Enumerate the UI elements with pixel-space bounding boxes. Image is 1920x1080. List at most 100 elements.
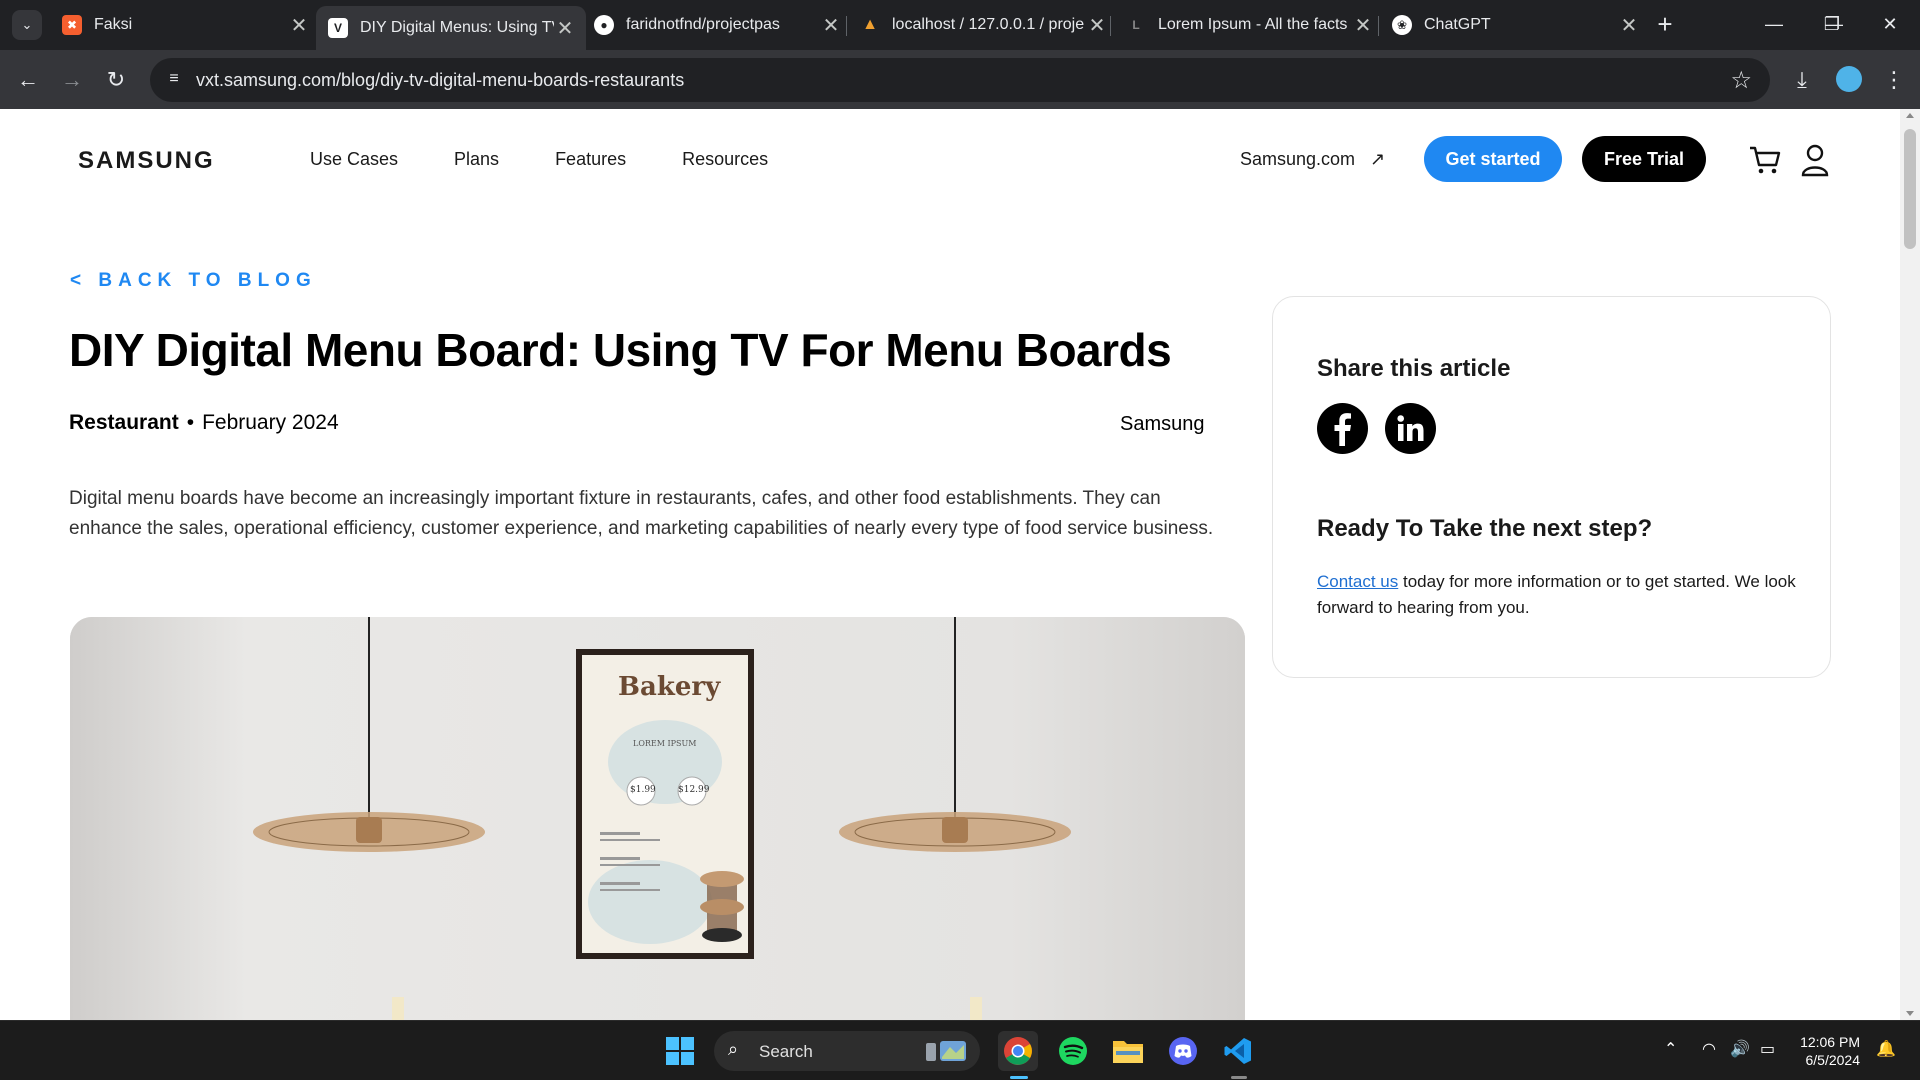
battery-icon[interactable]: ▭ bbox=[1760, 1039, 1775, 1059]
close-icon[interactable]: ✕ bbox=[554, 16, 576, 41]
scroll-thumb[interactable] bbox=[1904, 129, 1916, 249]
tab-title: ChatGPT bbox=[1424, 16, 1491, 33]
article-title: DIY Digital Menu Board: Using TV For Men… bbox=[69, 324, 1172, 376]
samsung-com-link[interactable]: Samsung.com ↗ bbox=[1240, 149, 1385, 170]
tab-title: DIY Digital Menus: Using TV bbox=[360, 19, 554, 36]
spotify-icon bbox=[1059, 1037, 1087, 1065]
chrome-icon bbox=[1004, 1037, 1032, 1065]
taskbar-spotify[interactable] bbox=[1053, 1031, 1093, 1071]
v-icon: V bbox=[328, 18, 348, 38]
article-author: Samsung bbox=[1120, 413, 1205, 435]
close-icon[interactable]: ✕ bbox=[288, 13, 310, 38]
clock-date: 6/5/2024 bbox=[1805, 1052, 1861, 1068]
tab-title: Lorem Ipsum - All the facts bbox=[1158, 16, 1348, 33]
article-category[interactable]: Restaurant bbox=[69, 411, 179, 434]
free-trial-button[interactable]: Free Trial bbox=[1582, 136, 1706, 182]
taskbar-search-label: Search bbox=[759, 1042, 813, 1061]
url-text[interactable]: vxt.samsung.com/blog/diy-tv-digital-menu… bbox=[196, 70, 684, 91]
xampp-icon: ✖ bbox=[62, 15, 82, 35]
contact-paragraph: Contact us today for more information or… bbox=[1317, 569, 1797, 621]
discord-icon bbox=[1169, 1037, 1197, 1065]
tab-title: faridnotfnd/projectpas bbox=[626, 16, 780, 33]
taskbar-vscode[interactable] bbox=[1218, 1031, 1258, 1071]
notification-bell-icon[interactable]: 🔔 bbox=[1876, 1039, 1896, 1059]
restore-window-button[interactable]: ❐ bbox=[1812, 8, 1852, 40]
page-scrollbar[interactable] bbox=[1900, 109, 1920, 1020]
address-bar[interactable]: ≡ vxt.samsung.com/blog/diy-tv-digital-me… bbox=[150, 58, 1770, 102]
close-icon[interactable]: ✕ bbox=[1618, 13, 1640, 38]
browser-tab-bar: ⌄ ✖ Faksi ✕ V DIY Digital Menus: Using T… bbox=[0, 0, 1920, 50]
new-tab-button[interactable]: + bbox=[1650, 10, 1680, 40]
user-icon[interactable] bbox=[1800, 143, 1830, 177]
phpmyadmin-icon: ▲ bbox=[862, 16, 878, 33]
volume-icon[interactable]: 🔊 bbox=[1730, 1039, 1750, 1059]
profile-avatar[interactable] bbox=[1836, 66, 1862, 92]
forward-icon[interactable]: → bbox=[56, 64, 88, 96]
sign-title: Bakery bbox=[618, 672, 721, 702]
bookmark-star-icon[interactable]: ☆ bbox=[1730, 66, 1752, 95]
taskbar-clock[interactable]: 12:06 PM 6/5/2024 bbox=[1796, 1033, 1860, 1069]
back-to-blog-link[interactable]: < BACK TO BLOG bbox=[70, 270, 317, 292]
tab-phpmyadmin[interactable]: ▲ localhost / 127.0.0.1 / proje ✕ bbox=[848, 6, 1118, 44]
scroll-up-arrow-icon[interactable] bbox=[1906, 113, 1914, 118]
download-icon[interactable]: ⤓ bbox=[1786, 64, 1818, 96]
close-window-button[interactable]: ✕ bbox=[1870, 8, 1910, 40]
article-meta: Restaurant • February 2024 bbox=[69, 411, 339, 435]
vscode-open-indicator bbox=[1231, 1076, 1247, 1079]
clock-time: 12:06 PM bbox=[1800, 1034, 1860, 1050]
get-started-button[interactable]: Get started bbox=[1424, 136, 1562, 182]
close-icon[interactable]: ✕ bbox=[1086, 13, 1108, 38]
contact-us-link[interactable]: Contact us bbox=[1317, 572, 1398, 591]
cart-icon[interactable] bbox=[1748, 143, 1782, 177]
reload-icon[interactable]: ↻ bbox=[100, 64, 132, 96]
taskbar-chrome[interactable] bbox=[998, 1031, 1038, 1071]
chrome-active-indicator bbox=[1010, 1076, 1028, 1079]
windows-taskbar: ⌕ Search ⌃ ◠ 🔊 ▭ 12:06 PM 6/5/2024 🔔 bbox=[0, 1020, 1920, 1080]
sign-heading: LOREM IPSUM bbox=[633, 739, 697, 748]
taskbar-search[interactable]: ⌕ Search bbox=[714, 1031, 980, 1071]
windows-start-icon[interactable] bbox=[666, 1037, 694, 1065]
article-date: February 2024 bbox=[202, 411, 339, 434]
main-nav: Use Cases Plans Features Resources bbox=[310, 149, 768, 170]
tab-chatgpt[interactable]: ❀ ChatGPT ✕ bbox=[1380, 6, 1650, 44]
samsung-com-label: Samsung.com bbox=[1240, 149, 1356, 169]
search-highlight-icon bbox=[926, 1041, 966, 1061]
facebook-icon[interactable] bbox=[1317, 403, 1368, 454]
nav-resources[interactable]: Resources bbox=[682, 149, 768, 170]
taskbar-file-explorer[interactable] bbox=[1108, 1031, 1148, 1071]
nav-use-cases[interactable]: Use Cases bbox=[310, 149, 398, 170]
tab-github[interactable]: ● faridnotfnd/projectpas ✕ bbox=[582, 6, 852, 44]
tab-title: localhost / 127.0.0.1 / proje bbox=[892, 16, 1085, 33]
next-step-heading: Ready To Take the next step? bbox=[1317, 515, 1653, 542]
browser-toolbar: ← → ↻ ≡ vxt.samsung.com/blog/diy-tv-digi… bbox=[0, 50, 1920, 109]
linkedin-icon[interactable] bbox=[1385, 403, 1436, 454]
share-sidebar: Share this article Ready To Take the nex… bbox=[1272, 296, 1831, 678]
minimize-window-button[interactable]: — bbox=[1754, 8, 1794, 40]
github-icon: ● bbox=[594, 15, 614, 35]
menu-icon[interactable]: ⋮ bbox=[1878, 64, 1910, 96]
back-icon[interactable]: ← bbox=[12, 64, 44, 96]
tray-overflow-chevron-icon[interactable]: ⌃ bbox=[1664, 1039, 1677, 1059]
samsung-logo[interactable]: SAMSUNG bbox=[78, 147, 215, 175]
close-icon[interactable]: ✕ bbox=[1352, 13, 1374, 38]
site-settings-icon[interactable]: ≡ bbox=[164, 70, 184, 90]
tab-lorem-ipsum[interactable]: L Lorem Ipsum - All the facts ✕ bbox=[1114, 6, 1384, 44]
tab-separator bbox=[846, 16, 847, 36]
nav-plans[interactable]: Plans bbox=[454, 149, 499, 170]
folder-icon bbox=[1113, 1041, 1143, 1063]
hero-image: Bakery LOREM IPSUM $1.99 $12.99 bbox=[70, 617, 1245, 1020]
article-intro: Digital menu boards have become an incre… bbox=[69, 488, 1214, 539]
taskbar-discord[interactable] bbox=[1163, 1031, 1203, 1071]
wifi-icon[interactable]: ◠ bbox=[1702, 1039, 1716, 1059]
external-arrow-icon: ↗ bbox=[1370, 149, 1386, 169]
scroll-down-arrow-icon[interactable] bbox=[1906, 1011, 1914, 1016]
close-icon[interactable]: ✕ bbox=[820, 13, 842, 38]
tab-search-button[interactable]: ⌄ bbox=[12, 10, 42, 40]
share-heading: Share this article bbox=[1317, 355, 1511, 382]
tab-separator bbox=[1378, 16, 1379, 36]
nav-features[interactable]: Features bbox=[555, 149, 626, 170]
sign-price-1: $1.99 bbox=[630, 785, 656, 795]
meta-dot: • bbox=[186, 411, 195, 434]
tab-faksi[interactable]: ✖ Faksi ✕ bbox=[50, 6, 320, 44]
tab-diy-digital-menus[interactable]: V DIY Digital Menus: Using TV ✕ bbox=[316, 6, 586, 50]
